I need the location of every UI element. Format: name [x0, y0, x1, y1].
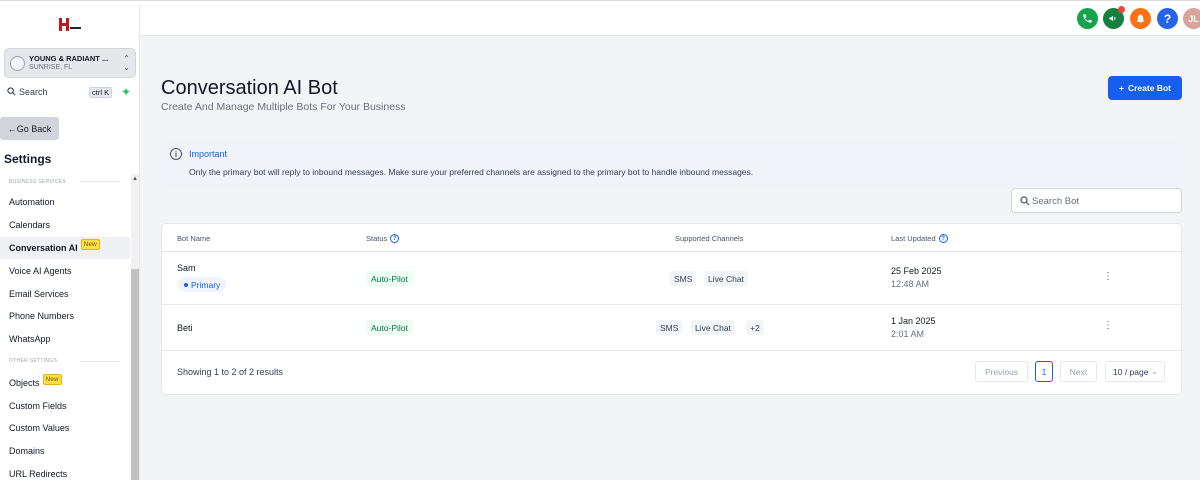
- sidebar-scrollbar-thumb[interactable]: [131, 269, 139, 480]
- row-divider: [162, 350, 1181, 351]
- page-title: Conversation AI Bot: [161, 77, 338, 99]
- notice-title: Important: [189, 149, 228, 159]
- create-bot-button[interactable]: + Create Bot: [1108, 76, 1182, 100]
- scroll-up-arrow-icon[interactable]: ▲: [132, 176, 138, 182]
- important-notice: i Important Only the primary bot will re…: [161, 140, 1182, 187]
- megaphone-icon[interactable]: [1103, 6, 1125, 29]
- search-icon: [1020, 196, 1030, 206]
- search-bot-input[interactable]: [1032, 193, 1172, 209]
- search-bot-box[interactable]: [1011, 188, 1182, 213]
- channel-tag: Live Chat: [704, 271, 748, 286]
- info-icon: i: [170, 148, 182, 160]
- bots-table: Bot Name Status? Supported Channels Last…: [161, 223, 1182, 395]
- status-badge: Auto-Pilot: [366, 320, 413, 335]
- sidebar-item-automation[interactable]: Automation: [0, 191, 130, 213]
- results-count: Showing 1 to 2 of 2 results: [177, 367, 284, 377]
- dot-icon: [184, 282, 188, 287]
- sidebar-search-label: Search: [19, 87, 48, 97]
- sparkle-icon[interactable]: ✦: [121, 85, 131, 99]
- notice-text: Only the primary bot will reply to inbou…: [189, 167, 754, 177]
- last-updated-time: 12:48 AM: [891, 279, 930, 289]
- bot-name[interactable]: Sam: [177, 263, 196, 273]
- channel-tag: Live Chat: [691, 320, 735, 335]
- sidebar-item-custom-fields[interactable]: Custom Fields: [0, 395, 130, 417]
- plus-icon: +: [1119, 83, 1124, 93]
- chevron-updown-icon: ⌃ ⌄: [123, 54, 130, 72]
- primary-badge: Primary: [178, 277, 227, 292]
- section-business-services: BUSINESS SERVICES: [9, 179, 66, 185]
- sidebar: YOUNG & RADIANT ... SUNRISE, FL ⌃ ⌄ Searc…: [0, 4, 140, 480]
- more-vertical-icon[interactable]: ⋮: [1102, 320, 1114, 331]
- search-icon: [7, 87, 16, 96]
- new-badge: New: [42, 373, 62, 385]
- help-icon[interactable]: ?: [1157, 8, 1178, 29]
- company-logo: [59, 18, 81, 31]
- search-shortcut: ctrl K: [89, 87, 113, 98]
- sidebar-item-conversation-ai[interactable]: Conversation AI New: [0, 237, 130, 259]
- account-location: SUNRISE, FL: [29, 64, 73, 71]
- account-name: YOUNG & RADIANT ...: [29, 54, 109, 63]
- sidebar-item-email-services[interactable]: Email Services: [0, 283, 130, 305]
- sidebar-item-whatsapp[interactable]: WhatsApp: [0, 328, 130, 350]
- help-circle-icon[interactable]: ?: [938, 234, 948, 243]
- bot-name[interactable]: Beti: [177, 323, 193, 333]
- chevron-down-icon: ⌄: [1151, 367, 1158, 376]
- next-page-button[interactable]: Next: [1060, 361, 1097, 382]
- section-other-settings: OTHER SETTINGS: [9, 358, 58, 364]
- header-divider: [162, 251, 1181, 252]
- sidebar-item-url-redirects[interactable]: URL Redirects: [0, 463, 130, 480]
- go-back-button[interactable]: ← Go Back: [0, 117, 59, 140]
- top-bar: ? JL: [140, 4, 1200, 36]
- sidebar-item-phone-numbers[interactable]: Phone Numbers: [0, 305, 130, 327]
- channel-tag: SMS: [656, 320, 683, 335]
- bell-icon[interactable]: [1130, 8, 1151, 29]
- previous-page-button[interactable]: Previous: [975, 361, 1028, 382]
- sidebar-item-custom-values[interactable]: Custom Values: [0, 417, 130, 439]
- notification-dot: [1118, 6, 1125, 13]
- more-vertical-icon[interactable]: ⋮: [1102, 271, 1114, 282]
- arrow-left-icon: ←: [7, 123, 17, 134]
- sidebar-item-voice-ai-agents[interactable]: Voice AI Agents: [0, 260, 130, 282]
- last-updated-date: 25 Feb 2025: [891, 266, 942, 276]
- sidebar-item-domains[interactable]: Domains: [0, 440, 130, 462]
- account-avatar-icon: [10, 56, 25, 71]
- row-divider: [162, 304, 1181, 305]
- section-divider: [80, 181, 120, 182]
- status-badge: Auto-Pilot: [366, 271, 413, 286]
- sidebar-item-calendars[interactable]: Calendars: [0, 214, 130, 236]
- new-badge: New: [80, 238, 100, 250]
- page-number-button[interactable]: 1: [1035, 361, 1053, 382]
- page-subtitle: Create And Manage Multiple Bots For Your…: [161, 101, 406, 113]
- sidebar-search[interactable]: Search ctrl K ✦: [4, 85, 136, 101]
- header-status: Status?: [366, 234, 400, 243]
- page-size-select[interactable]: 10 / page ⌄: [1105, 361, 1165, 382]
- header-last-updated: Last Updated?: [891, 234, 948, 243]
- help-circle-icon[interactable]: ?: [390, 234, 400, 243]
- header-bot-name: Bot Name: [177, 234, 211, 243]
- last-updated-date: 1 Jan 2025: [891, 316, 936, 326]
- last-updated-time: 2:01 AM: [891, 329, 925, 339]
- section-divider: [80, 361, 120, 362]
- header-supported-channels: Supported Channels: [675, 234, 744, 243]
- user-avatar[interactable]: JL: [1183, 8, 1200, 29]
- more-channels-tag[interactable]: +2: [746, 320, 764, 335]
- channel-tag: SMS: [670, 271, 697, 286]
- phone-icon[interactable]: [1077, 8, 1098, 29]
- sidebar-item-objects[interactable]: Objects New: [0, 372, 130, 394]
- settings-title: Settings: [4, 152, 52, 166]
- account-switcher[interactable]: YOUNG & RADIANT ... SUNRISE, FL ⌃ ⌄: [4, 48, 136, 78]
